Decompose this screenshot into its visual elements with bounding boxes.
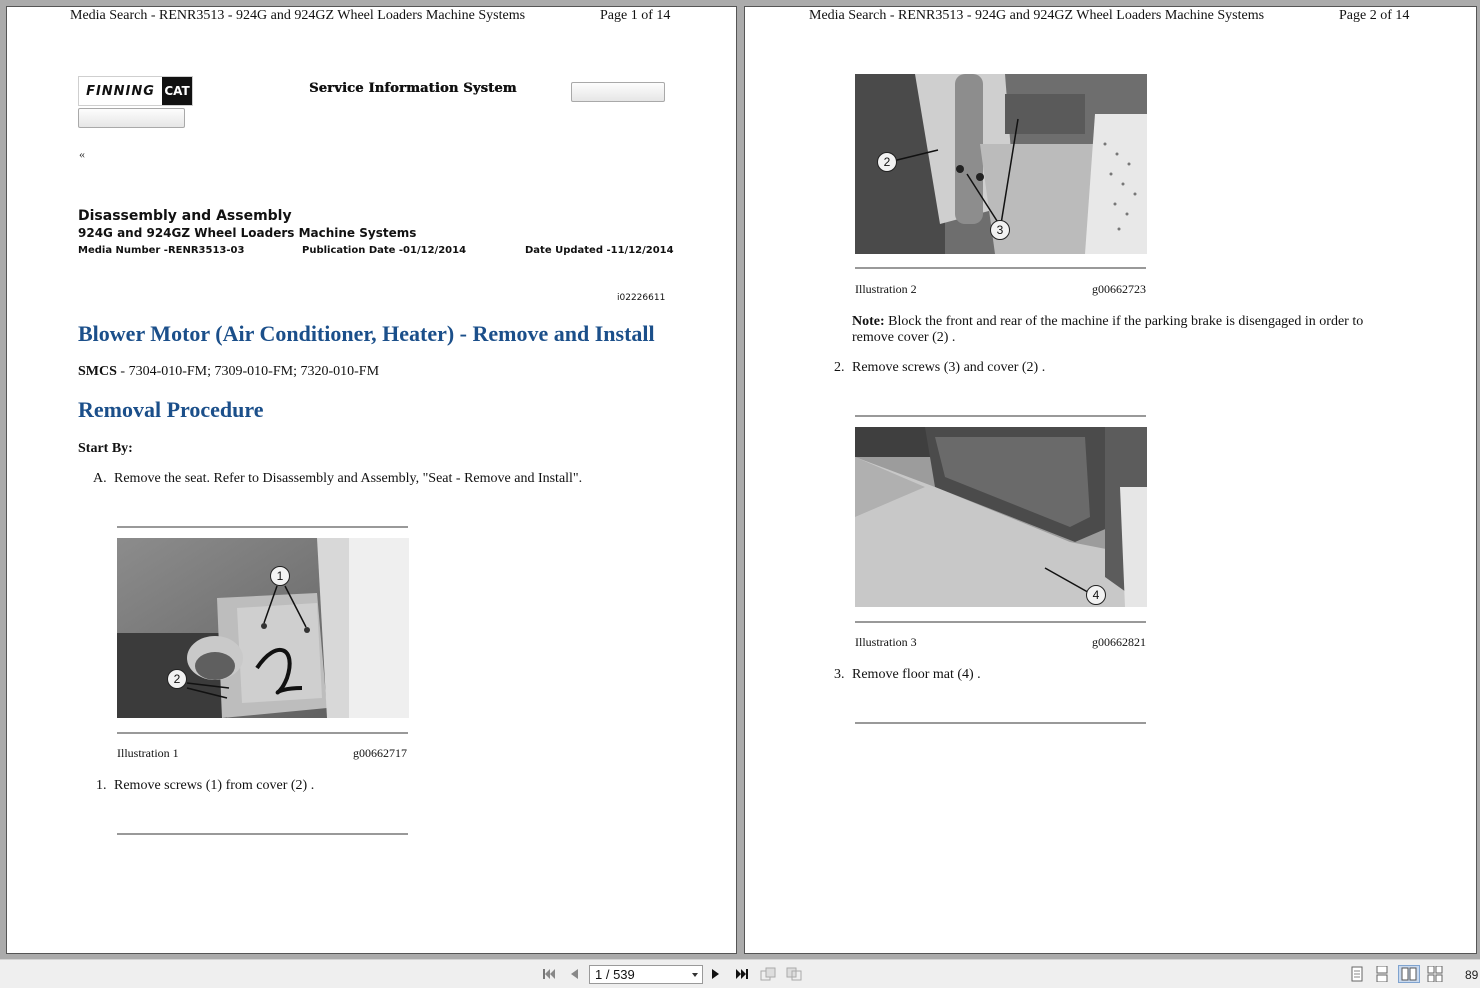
section-title: Removal Procedure	[78, 397, 264, 422]
step-3-text: Remove floor mat (4) .	[852, 667, 981, 682]
page-header-number: Page 2 of 14	[1339, 8, 1410, 23]
bottom-toolbar: 1 / 539 89	[0, 959, 1480, 988]
illustration-3-code: g00662821	[1092, 635, 1146, 649]
note-line-1: Note: Block the front and rear of the ma…	[852, 314, 1363, 330]
previous-page-icon[interactable]	[565, 965, 583, 983]
page-number-select[interactable]: 1 / 539	[589, 965, 703, 984]
doc-subtitle: 924G and 924GZ Wheel Loaders Machine Sys…	[78, 226, 417, 240]
procedure-title: Blower Motor (Air Conditioner, Heater) -…	[78, 321, 655, 346]
illustration-2-image: 2 3	[855, 74, 1147, 254]
step-1-marker: 1.	[96, 778, 107, 793]
smcs-label: SMCS	[78, 364, 117, 379]
date-updated: Date Updated -11/12/2014	[525, 245, 674, 256]
note-label: Note:	[852, 314, 885, 329]
illustration-3-image: 4	[855, 427, 1147, 607]
divider	[117, 526, 408, 528]
chevron-down-icon	[692, 973, 698, 977]
continuous-facing-icon[interactable]	[1426, 965, 1444, 983]
pdf-page-2: Media Search - RENR3513 - 924G and 924GZ…	[744, 6, 1477, 954]
next-page-icon[interactable]	[707, 965, 725, 983]
cat-logo: CAT	[162, 77, 192, 105]
callout-3: 3	[990, 220, 1010, 240]
continuous-icon[interactable]	[1373, 965, 1391, 983]
logo-text: FINNING	[86, 83, 155, 99]
header-button-right[interactable]	[571, 82, 665, 102]
step-1-text: Remove screws (1) from cover (2) .	[114, 778, 315, 793]
callout-2: 2	[877, 152, 897, 172]
step-3-marker: 3.	[834, 667, 845, 682]
back-link[interactable]: «	[79, 147, 85, 162]
illustration-2-code: g00662723	[1092, 282, 1146, 296]
doc-title: Disassembly and Assembly	[78, 208, 292, 224]
step-a-marker: A.	[93, 471, 107, 486]
page-header-title: Media Search - RENR3513 - 924G and 924GZ…	[70, 8, 526, 23]
first-page-icon[interactable]	[540, 965, 558, 983]
illustration-3-label: Illustration 3	[855, 635, 917, 649]
divider	[855, 621, 1146, 623]
illustration-1-code: g00662717	[353, 746, 407, 760]
finning-cat-logo: FINNING CAT	[78, 76, 193, 106]
callout-4: 4	[1086, 585, 1106, 605]
page-header-title: Media Search - RENR3513 - 924G and 924GZ…	[809, 8, 1265, 23]
start-by-label: Start By:	[78, 441, 133, 456]
illustration-1-label: Illustration 1	[117, 746, 179, 760]
publication-date: Publication Date -01/12/2014	[302, 245, 467, 256]
last-page-icon[interactable]	[733, 965, 751, 983]
smcs-line: SMCS - 7304-010-FM; 7309-010-FM; 7320-01…	[78, 364, 379, 380]
single-page-icon[interactable]	[1348, 965, 1366, 983]
callout-1: 1	[270, 566, 290, 586]
facing-icon[interactable]	[1398, 965, 1420, 983]
back-view-icon[interactable]	[759, 965, 777, 983]
step-2-marker: 2.	[834, 360, 845, 375]
smcs-codes: - 7304-010-FM; 7309-010-FM; 7320-010-FM	[116, 364, 380, 379]
info-id: i02226611	[617, 293, 666, 303]
step-2-text: Remove screws (3) and cover (2) .	[852, 360, 1046, 375]
zoom-level[interactable]: 89	[1465, 968, 1478, 982]
illustration-1-image: 1 2	[117, 538, 409, 718]
note-text-1: Block the front and rear of the machine …	[884, 314, 1364, 329]
step-a-text: Remove the seat. Refer to Disassembly an…	[114, 471, 583, 486]
pdf-page-1: Media Search - RENR3513 - 924G and 924GZ…	[6, 6, 737, 954]
note-line-2: remove cover (2) .	[852, 330, 956, 345]
divider	[117, 833, 408, 835]
divider	[117, 732, 408, 734]
forward-view-icon[interactable]	[785, 965, 803, 983]
illustration-2-label: Illustration 2	[855, 282, 917, 296]
sis-title: Service Information System	[309, 81, 517, 96]
page-header-number: Page 1 of 14	[600, 8, 671, 23]
divider	[855, 267, 1146, 269]
callout-2: 2	[167, 669, 187, 689]
header-button-left[interactable]	[78, 108, 185, 128]
media-number: Media Number -RENR3513-03	[78, 245, 245, 256]
divider	[855, 722, 1146, 724]
divider	[855, 415, 1146, 417]
page-indicator: 1 / 539	[595, 967, 635, 982]
